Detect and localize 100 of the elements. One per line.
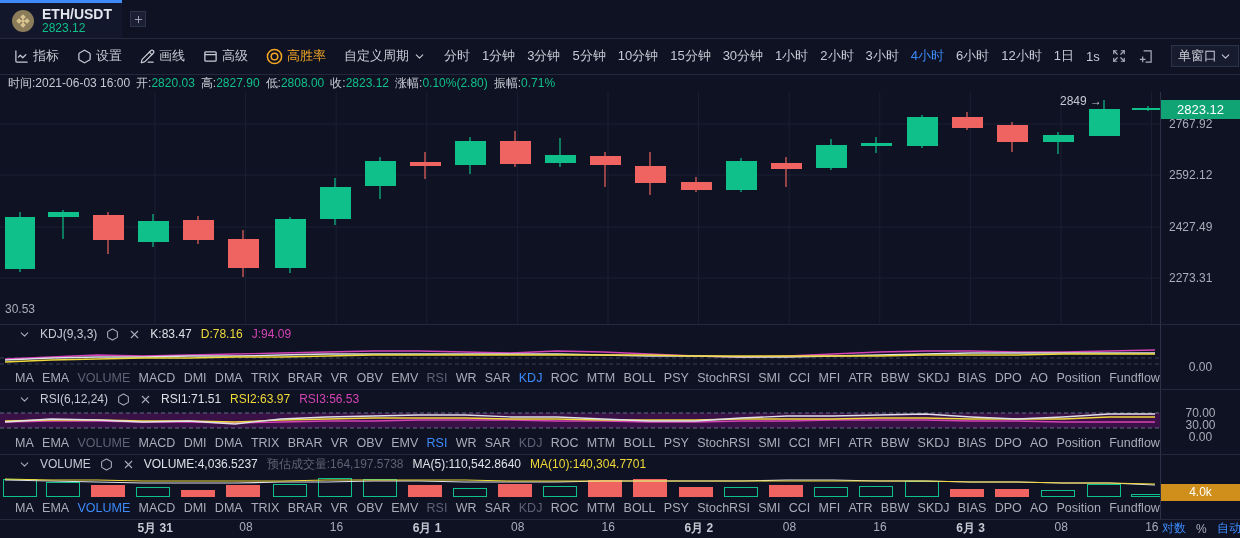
indicator-tab[interactable]: DMI	[183, 501, 207, 516]
scale-option[interactable]: 对数	[1160, 520, 1186, 538]
indicator-tab[interactable]: Fundflow	[1109, 436, 1160, 451]
indicator-tab[interactable]: ROC	[550, 436, 579, 451]
indicator-tab[interactable]: VR	[330, 501, 349, 516]
indicator-tab[interactable]: SMI	[758, 501, 781, 516]
layout-dropdown[interactable]: 单窗口	[1170, 45, 1239, 68]
indicator-tab[interactable]: DMI	[183, 436, 207, 451]
indicator-tab[interactable]: DMA	[214, 371, 243, 386]
tool-button[interactable]: 画线	[140, 47, 185, 66]
indicator-tab[interactable]: DMA	[214, 501, 243, 516]
indicator-tab[interactable]: AO	[1030, 501, 1049, 516]
scale-option[interactable]: 自动	[1214, 520, 1240, 538]
tool-button[interactable]: 高级	[203, 47, 248, 66]
indicator-tab[interactable]: MTM	[586, 501, 616, 516]
indicator-tab[interactable]: CCI	[788, 371, 811, 386]
indicator-tab[interactable]: EMA	[42, 371, 70, 386]
indicator-tab[interactable]: OBV	[356, 436, 383, 451]
fullscreen-icon[interactable]	[1111, 49, 1126, 64]
indicator-tab[interactable]: MACD	[138, 501, 176, 516]
indicator-tab[interactable]: MFI	[818, 501, 841, 516]
indicator-tab[interactable]: AO	[1030, 371, 1049, 386]
indicator-tab[interactable]: BRAR	[287, 501, 323, 516]
settings-icon[interactable]	[106, 327, 120, 341]
indicator-tab[interactable]: ATR	[848, 371, 873, 386]
indicator-tab[interactable]: DMI	[183, 371, 207, 386]
interval-button[interactable]: 12小时	[1001, 47, 1042, 66]
scale-option[interactable]: %	[1194, 521, 1207, 536]
interval-button[interactable]: 3小时	[865, 47, 899, 66]
interval-button[interactable]: 30分钟	[722, 47, 764, 66]
indicator-tab[interactable]: DPO	[994, 501, 1022, 516]
indicator-tab[interactable]: MTM	[586, 371, 616, 386]
indicator-tab[interactable]: ATR	[848, 436, 873, 451]
interval-button[interactable]: 1小时	[775, 47, 809, 66]
indicator-tab[interactable]: WR	[455, 371, 477, 386]
indicator-tab[interactable]: BOLL	[623, 436, 656, 451]
symbol-tab[interactable]: ETH/USDT 2823.12	[0, 0, 122, 38]
indicator-tab[interactable]: EMA	[42, 436, 70, 451]
indicator-tab[interactable]: BBW	[880, 501, 910, 516]
indicator-tab[interactable]: SKDJ	[917, 501, 950, 516]
indicator-tab[interactable]: DPO	[994, 371, 1022, 386]
indicator-tab[interactable]: MACD	[138, 436, 176, 451]
indicator-tab[interactable]: BOLL	[623, 371, 656, 386]
interval-button[interactable]: 分时	[444, 47, 470, 66]
tool-button[interactable]: 高胜率	[266, 47, 326, 66]
indicator-tab[interactable]: EMV	[391, 371, 419, 386]
indicator-tab[interactable]: PSY	[663, 501, 689, 516]
indicator-tab[interactable]: PSY	[663, 371, 689, 386]
indicator-tab[interactable]: BBW	[880, 371, 910, 386]
indicator-tab[interactable]: OBV	[356, 501, 383, 516]
indicator-tab[interactable]: SMI	[758, 371, 781, 386]
settings-icon[interactable]	[99, 457, 113, 471]
indicator-tab[interactable]: BIAS	[957, 371, 987, 386]
indicator-tab[interactable]: KDJ	[518, 371, 543, 386]
tool-button[interactable]: 指标	[14, 47, 59, 66]
indicator-tab[interactable]: WR	[455, 501, 477, 516]
interval-button[interactable]: 3分钟	[527, 47, 561, 66]
indicator-tab[interactable]: SMI	[758, 436, 781, 451]
add-window-icon[interactable]	[1137, 48, 1153, 64]
indicator-tab[interactable]: BRAR	[287, 371, 323, 386]
indicator-tab[interactable]: BIAS	[957, 501, 987, 516]
indicator-tab[interactable]: AO	[1030, 436, 1049, 451]
indicator-tab[interactable]: TRIX	[250, 501, 280, 516]
indicator-tab[interactable]: TRIX	[250, 436, 280, 451]
indicator-tab[interactable]: StochRSI	[697, 371, 750, 386]
indicator-tab[interactable]: SAR	[484, 436, 511, 451]
indicator-tab[interactable]: VR	[330, 371, 349, 386]
interval-button[interactable]: 1s	[1086, 48, 1100, 64]
indicator-tab[interactable]: RSI	[426, 436, 448, 451]
indicator-tab[interactable]: ROC	[550, 371, 579, 386]
indicator-tab[interactable]: CCI	[788, 436, 811, 451]
indicator-tab[interactable]: MA	[15, 436, 34, 451]
interval-button[interactable]: 15分钟	[670, 47, 711, 66]
indicator-tab[interactable]: MA	[15, 371, 34, 386]
indicator-tab[interactable]: Position	[1056, 501, 1101, 516]
indicator-tab[interactable]: BBW	[880, 436, 910, 451]
indicator-tab[interactable]: MFI	[818, 371, 841, 386]
indicator-tab[interactable]: TRIX	[250, 371, 280, 386]
indicator-tab[interactable]: Position	[1056, 436, 1101, 451]
indicator-tab[interactable]: MTM	[586, 436, 616, 451]
indicator-tab[interactable]: CCI	[788, 501, 811, 516]
interval-button[interactable]: 2小时	[820, 47, 854, 66]
custom-period-dropdown[interactable]: 自定义周期	[344, 47, 426, 66]
interval-button[interactable]: 6小时	[956, 47, 990, 66]
indicator-tab[interactable]: VR	[330, 436, 349, 451]
interval-button[interactable]: 1日	[1053, 47, 1074, 66]
indicator-tab[interactable]: OBV	[356, 371, 383, 386]
indicator-tab[interactable]: MA	[15, 501, 34, 516]
indicator-tab[interactable]: BRAR	[287, 436, 323, 451]
indicator-tab[interactable]: SAR	[484, 371, 511, 386]
indicator-tab[interactable]: PSY	[663, 436, 689, 451]
settings-icon[interactable]	[117, 392, 131, 406]
interval-button[interactable]: 10分钟	[617, 47, 659, 66]
indicator-tab[interactable]: Fundflow	[1109, 501, 1160, 516]
indicator-tab[interactable]: EMV	[391, 436, 419, 451]
indicator-tab[interactable]: VOLUME	[77, 501, 131, 516]
indicator-tab[interactable]: SKDJ	[917, 436, 950, 451]
indicator-tab[interactable]: BOLL	[623, 501, 656, 516]
indicator-tab[interactable]: MFI	[818, 436, 841, 451]
tool-button[interactable]: 设置	[77, 47, 122, 66]
